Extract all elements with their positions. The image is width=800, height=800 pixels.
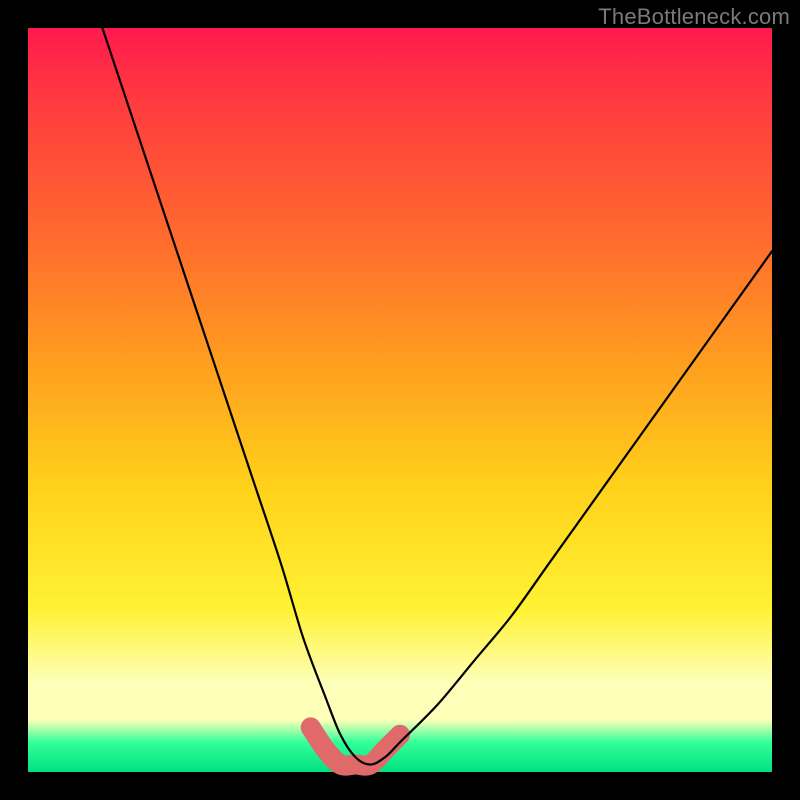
curve-layer [28,28,772,772]
highlight-band-path [311,727,400,765]
bottleneck-curve-path [102,28,772,765]
watermark-text: TheBottleneck.com [598,4,790,30]
plot-area [28,28,772,772]
chart-frame: TheBottleneck.com [0,0,800,800]
